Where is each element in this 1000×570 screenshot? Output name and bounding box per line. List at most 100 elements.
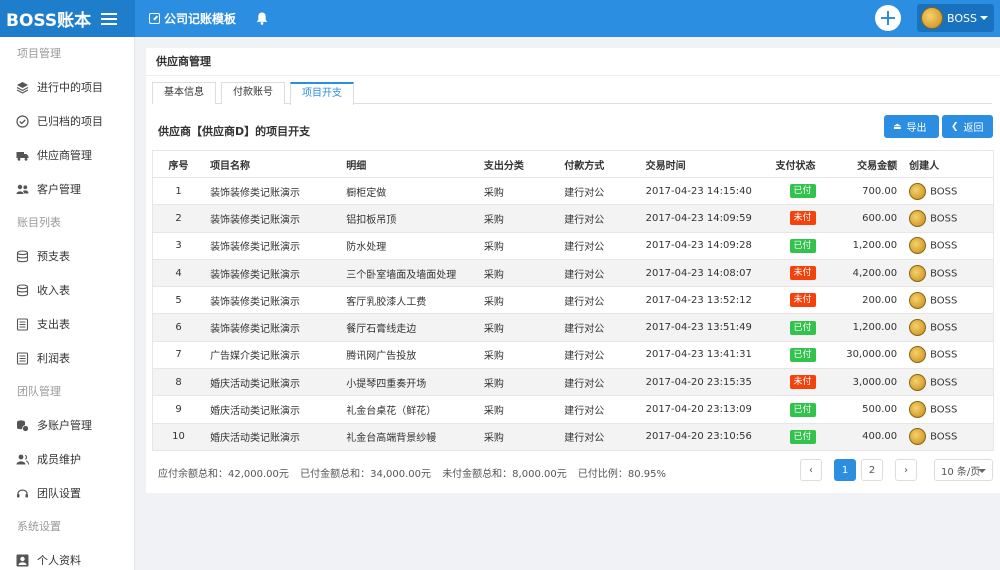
table-row[interactable]: 8 婚庆活动类记账演示 小提琴四重奏开场 采购 建行对公 2017-04-20 23:15… <box>152 368 995 397</box>
table-row[interactable]: 3 装饰装修类记账演示 防水处理 采购 建行对公 2017-04-23 14:09:28 已… <box>152 231 995 260</box>
sidebar-item-income[interactable]: 收入表 <box>0 273 134 307</box>
sidebar-item-suppliers[interactable]: 供应商管理 <box>0 138 134 172</box>
sidebar-item-label: 个人资料 <box>37 554 81 567</box>
caret-down-icon <box>980 16 988 20</box>
cell-amount: 30,000.00 <box>821 340 904 370</box>
database-icon <box>16 283 29 297</box>
avatar <box>909 346 927 364</box>
sidebar-item-label: 支出表 <box>37 318 70 331</box>
cell-index: 10 <box>152 422 205 451</box>
sidebar-item-label: 进行中的项目 <box>37 81 103 94</box>
cell-project-name: 装饰装修类记账演示 <box>204 313 341 342</box>
sidebar-item-label: 多账户管理 <box>37 419 92 432</box>
cell-detail: 橱柜定做 <box>340 176 478 206</box>
cell-status: 已付 <box>757 422 822 451</box>
cell-creator: BOSS <box>903 368 995 397</box>
status-badge: 未付 <box>789 266 816 281</box>
sidebar-item-label: 供应商管理 <box>37 149 92 162</box>
tab-basic-info[interactable]: 基本信息 <box>152 82 216 104</box>
cell-category: 采购 <box>477 258 559 288</box>
user-name: BOSS <box>947 11 977 25</box>
sidebar-item-expense[interactable]: 支出表 <box>0 307 134 341</box>
table-row[interactable]: 5 装饰装修类记账演示 客厅乳胶漆人工费 采购 建行对公 2017-04-23 13:52… <box>152 286 995 315</box>
cell-index: 1 <box>152 176 205 206</box>
page-button-1[interactable]: 1 <box>834 459 856 481</box>
sidebar-item-profile[interactable]: 个人资料 <box>0 543 134 570</box>
status-badge: 已付 <box>789 402 816 417</box>
creator-name: BOSS <box>930 349 958 361</box>
cell-project-name: 婚庆活动类记账演示 <box>204 422 341 451</box>
table-row[interactable]: 7 广告媒介类记账演示 腾讯网广告投放 采购 建行对公 2017-04-23 13:41:… <box>152 340 995 370</box>
cell-amount: 4,200.00 <box>821 258 904 288</box>
cell-category: 采购 <box>477 231 559 260</box>
bell-icon[interactable] <box>256 12 268 25</box>
cell-status: 未付 <box>757 204 822 233</box>
cell-index: 5 <box>152 286 205 315</box>
database-icon <box>16 249 29 263</box>
summary-unpaid: 未付金额总和：8,000.00元 <box>442 469 567 480</box>
sidebar-item-label: 客户管理 <box>37 183 81 196</box>
table-row[interactable]: 10 婚庆活动类记账演示 礼金台高端背景纱幔 采购 建行对公 2017-04-20 23:… <box>152 422 995 451</box>
col-status: 支付状态 <box>757 150 822 178</box>
file-list-icon <box>16 351 29 365</box>
sidebar-item-customers[interactable]: 客户管理 <box>0 172 134 206</box>
cell-payment-method: 建行对公 <box>558 395 640 424</box>
cell-detail: 防水处理 <box>340 231 478 260</box>
sidebar-item-multi-account[interactable]: 多账户管理 <box>0 408 134 442</box>
tab-project-expenses[interactable]: 项目开支 <box>290 82 354 105</box>
cell-amount: 700.00 <box>821 176 904 206</box>
table-row[interactable]: 9 婚庆活动类记账演示 礼金台桌花（鲜花） 采购 建行对公 2017-04-20 23:1… <box>152 395 995 424</box>
cell-payment-method: 建行对公 <box>558 204 640 233</box>
users-icon <box>16 183 29 196</box>
template-link-label: 公司记账模板 <box>164 12 237 26</box>
cell-status: 已付 <box>757 313 822 342</box>
page-size-select[interactable]: 10 条/页 <box>934 459 993 481</box>
cell-status: 已付 <box>757 231 822 260</box>
cell-time: 2017-04-23 14:15:40 <box>639 176 758 206</box>
page-button-2[interactable]: 2 <box>861 459 883 481</box>
cell-payment-method: 建行对公 <box>558 422 640 451</box>
sidebar-item-profit[interactable]: 利润表 <box>0 341 134 375</box>
cell-creator: BOSS <box>903 204 995 233</box>
menu-toggle-icon[interactable] <box>101 12 118 25</box>
back-button[interactable]: ❮ 返回 <box>942 115 993 138</box>
table-row[interactable]: 1 装饰装修类记账演示 橱柜定做 采购 建行对公 2017-04-23 14:15:40 已… <box>152 176 995 206</box>
cell-project-name: 装饰装修类记账演示 <box>204 204 341 233</box>
prev-page-button[interactable]: ‹ <box>800 459 822 481</box>
cell-time: 2017-04-23 13:41:31 <box>639 340 758 370</box>
col-amount: 交易金额 <box>821 150 904 178</box>
next-page-button[interactable]: › <box>895 459 917 481</box>
section-title: 供应商【供应商D】的项目开支 <box>158 125 311 138</box>
table-row[interactable]: 6 装饰装修类记账演示 餐厅石膏线走边 采购 建行对公 2017-04-23 13:51:… <box>152 313 995 342</box>
col-project-name: 项目名称 <box>204 150 341 178</box>
export-button[interactable]: ⏏ 导出 <box>884 115 939 138</box>
cell-amount: 1,200.00 <box>821 231 904 260</box>
col-payment-method: 付款方式 <box>558 150 640 178</box>
brand-logo[interactable]: BOSS账本 <box>6 6 91 31</box>
sidebar-item-advance[interactable]: 预支表 <box>0 239 134 273</box>
export-label: 导出 <box>906 123 927 134</box>
user-menu[interactable]: BOSS <box>917 4 994 32</box>
creator-name: BOSS <box>930 431 958 443</box>
sidebar-item-team-settings[interactable]: 团队设置 <box>0 476 134 510</box>
avatar <box>909 182 927 200</box>
template-link[interactable]: 公司记账模板 <box>149 10 236 27</box>
chevron-left-icon: ❮ <box>951 121 959 132</box>
tab-payment-accounts[interactable]: 付款账号 <box>221 82 285 104</box>
sidebar-item-label: 预支表 <box>37 250 70 263</box>
col-time: 交易时间 <box>639 150 758 178</box>
sidebar-item-members[interactable]: 成员维护 <box>0 442 134 476</box>
pagination: ‹ 1 2 › 10 条/页 <box>800 459 993 481</box>
top-right-actions: BOSS <box>875 4 994 32</box>
sidebar-item-active-projects[interactable]: 进行中的项目 <box>0 70 134 104</box>
status-badge: 已付 <box>789 320 816 335</box>
cell-amount: 1,200.00 <box>821 313 904 342</box>
col-category: 支出分类 <box>477 150 559 178</box>
sidebar-group-system: 系统设置 <box>17 520 61 533</box>
cell-time: 2017-04-20 23:10:56 <box>639 422 758 451</box>
col-detail: 明细 <box>340 150 478 178</box>
add-button[interactable] <box>875 5 902 31</box>
table-row[interactable]: 2 装饰装修类记账演示 铝扣板吊顶 采购 建行对公 2017-04-23 14:09:59… <box>152 204 995 233</box>
sidebar-item-archived-projects[interactable]: 已归档的项目 <box>0 104 134 138</box>
table-row[interactable]: 4 装饰装修类记账演示 三个卧室墙面及墙面处理 采购 建行对公 2017-04-23 14… <box>152 258 995 288</box>
